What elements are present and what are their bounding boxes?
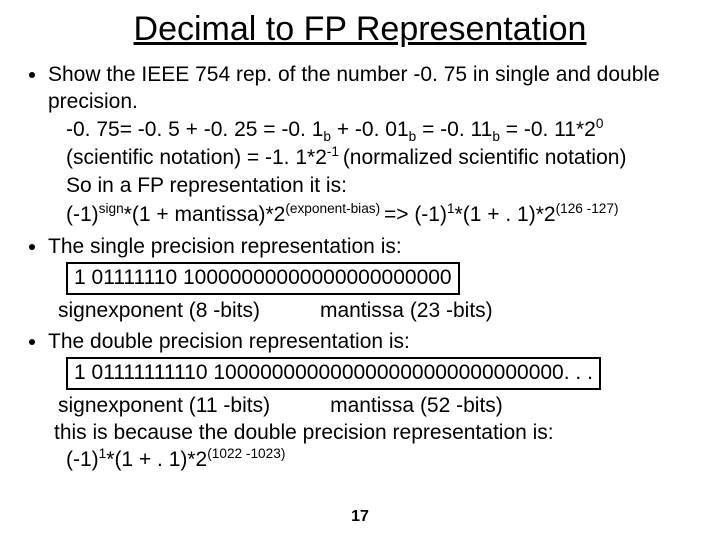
b3-intro: The double precision representation is: bbox=[48, 330, 410, 353]
b1-intro: Show the IEEE 754 rep. of the number -0.… bbox=[48, 63, 660, 113]
b1-l5d: (-1) bbox=[414, 203, 447, 226]
b3-man-label: mantissa (52 -bits) bbox=[330, 392, 503, 419]
b1-l5e: *(1 + . 1)*2 bbox=[455, 203, 556, 226]
sup-sign: sign bbox=[99, 201, 124, 216]
b3-sign-label: sign bbox=[58, 392, 97, 419]
b2-labels: sign exponent (8 -bits) mantissa (23 -bit… bbox=[58, 297, 700, 324]
bullet-1: Show the IEEE 754 rep. of the number -0.… bbox=[48, 61, 700, 229]
b3-fb: *(1 + . 1)*2 bbox=[106, 448, 207, 471]
sup-126: (126 -127) bbox=[556, 201, 619, 216]
sub-b: b bbox=[323, 129, 331, 144]
sup-1022: (1022 -1023) bbox=[207, 446, 285, 461]
bullet-3: The double precision representation is: … bbox=[48, 328, 700, 475]
sup-0: 0 bbox=[596, 116, 604, 131]
sup-neg1: -1 bbox=[327, 144, 343, 159]
bullet-2: The single precision representation is: … bbox=[48, 233, 700, 324]
b1-line4: So in a FP representation it is: bbox=[66, 172, 700, 200]
b2-intro: The single precision representation is: bbox=[48, 235, 402, 258]
b3-exp-label: exponent (11 -bits) bbox=[97, 392, 271, 419]
b3-bits-wrap: 1 01111111110 10000000000000000000000000… bbox=[66, 355, 700, 391]
page-number: 17 bbox=[0, 508, 720, 526]
b1-l2b: + -0. 01 bbox=[331, 118, 409, 141]
sup-expbias: (exponent-bias) bbox=[285, 201, 384, 216]
slide: Decimal to FP Representation Show the IE… bbox=[0, 0, 720, 540]
b1-line5: (-1)sign*(1 + mantissa)*2(exponent-bias)… bbox=[66, 201, 700, 229]
b1-l3b: (normalized scientific notation) bbox=[343, 146, 627, 169]
b2-bits-wrap: 1 01111110 10000000000000000000000 bbox=[66, 260, 700, 296]
bullet-list: Show the IEEE 754 rep. of the number -0.… bbox=[20, 61, 700, 474]
b1-l3a: (scientific notation) = -1. 1*2 bbox=[66, 146, 327, 169]
b3-formula: (-1)1*(1 + . 1)*2(1022 -1023) bbox=[66, 446, 700, 474]
b1-l5c: => bbox=[384, 203, 414, 226]
b1-line2: -0. 75= -0. 5 + -0. 25 = -0. 1b + -0. 01… bbox=[66, 116, 700, 144]
b1-l2a: -0. 75= -0. 5 + -0. 25 = -0. 1 bbox=[66, 118, 323, 141]
b2-exp-label: exponent (8 -bits) bbox=[97, 297, 260, 324]
b3-because: this is because the double precision rep… bbox=[54, 419, 700, 446]
b1-l5b: *(1 + mantissa)*2 bbox=[124, 203, 286, 226]
b1-line3: (scientific notation) = -1. 1*2-1 (norma… bbox=[66, 144, 700, 172]
b2-sign-label: sign bbox=[58, 297, 97, 324]
sub-b3: b bbox=[492, 129, 500, 144]
b3-bits: 1 01111111110 10000000000000000000000000… bbox=[66, 357, 601, 389]
b3-labels: sign exponent (11 -bits) mantissa (52 -bi… bbox=[58, 392, 700, 419]
b2-bits: 1 01111110 10000000000000000000000 bbox=[66, 262, 460, 294]
slide-title: Decimal to FP Representation bbox=[20, 10, 700, 49]
b1-l5a: (-1) bbox=[66, 203, 99, 226]
b2-man-label: mantissa (23 -bits) bbox=[320, 297, 493, 324]
b3-fa: (-1) bbox=[66, 448, 99, 471]
b1-l2d: = -0. 11*2 bbox=[500, 118, 596, 141]
b1-l2c: = -0. 11 bbox=[416, 118, 492, 141]
sup-1a: 1 bbox=[447, 201, 455, 216]
